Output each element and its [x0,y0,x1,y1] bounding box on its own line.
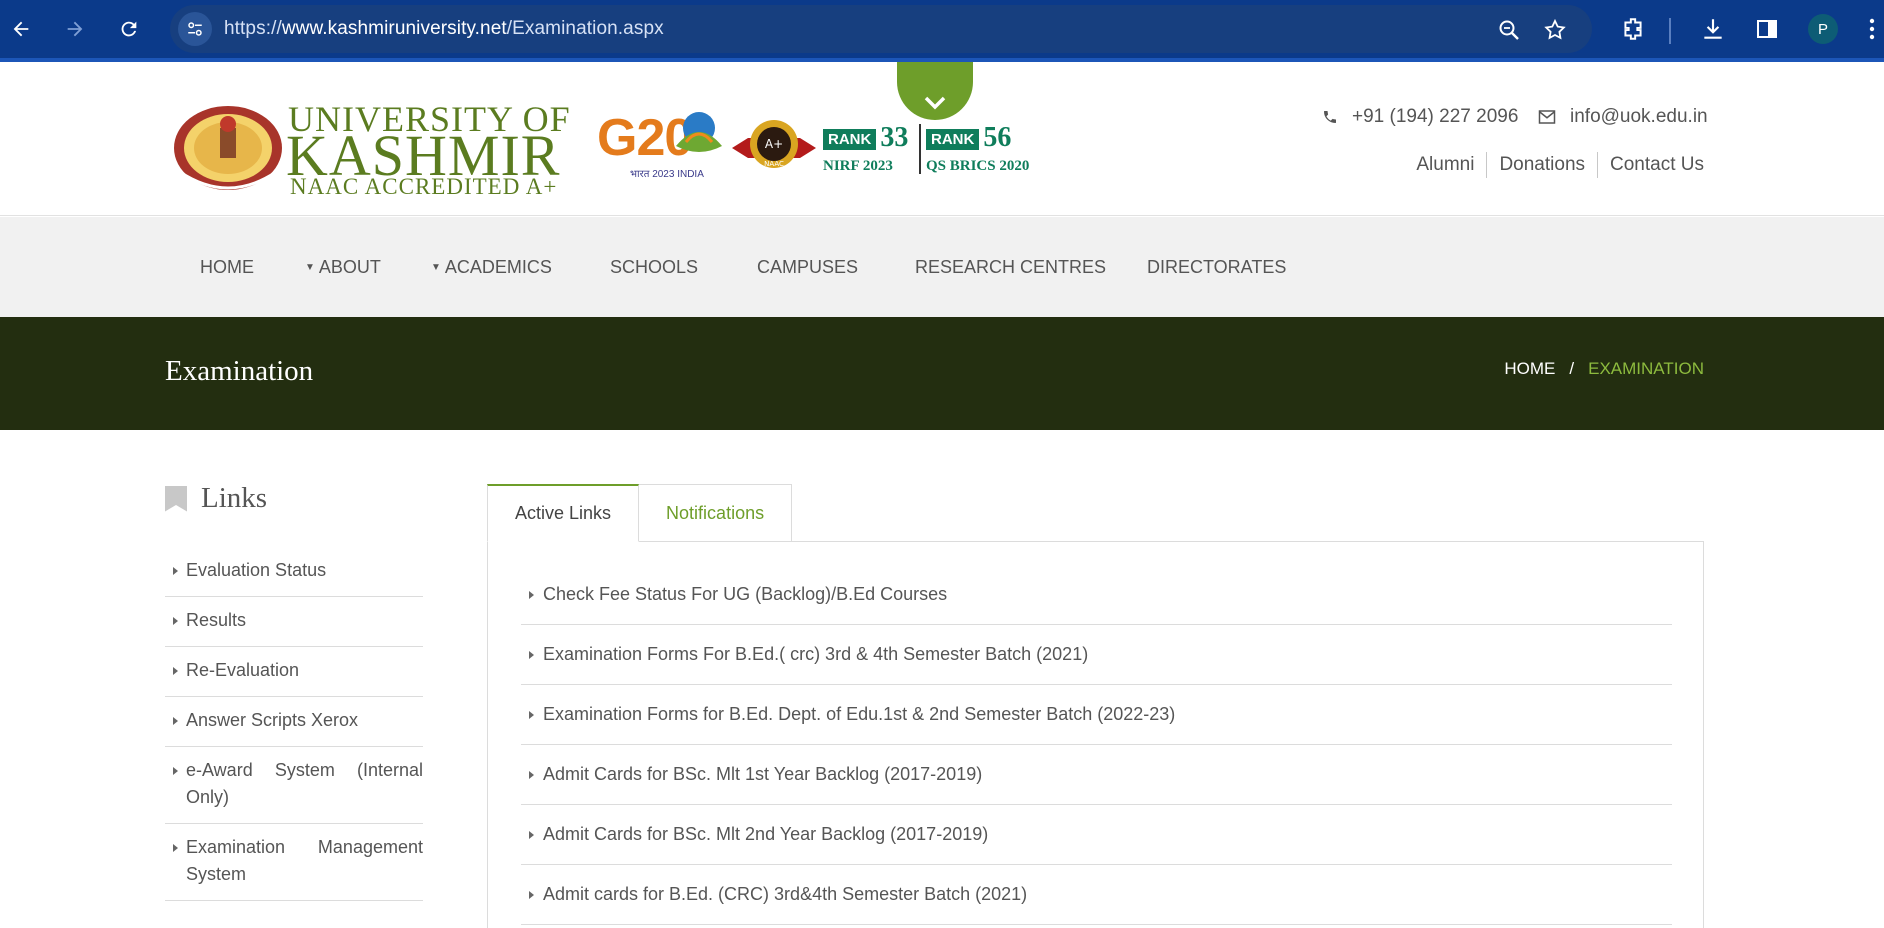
links-heading: Links [165,482,423,515]
site-header: UNIVERSITY OF KASHMIR NAAC ACCREDITED A+… [0,62,1884,216]
nav-directorates[interactable]: DIRECTORATES [1147,257,1286,278]
rank-divider [919,124,921,174]
nav-research-centres[interactable]: RESEARCH CENTRES [915,257,1106,278]
contact-us-link[interactable]: Contact Us [1597,152,1704,178]
address-bar[interactable]: https://www.kashmiruniversity.net/Examin… [170,5,1592,53]
sidebar-list: Evaluation Status Results Re-Evaluation … [165,547,423,901]
download-icon[interactable] [1698,14,1728,44]
nav-directorates-label: DIRECTORATES [1147,257,1287,277]
breadcrumb-home[interactable]: HOME [1504,359,1555,379]
sidebar-item-re-evaluation[interactable]: Re-Evaluation [165,647,423,697]
rank-qs: RANK 56 QS BRICS 2020 [926,122,1029,175]
nav-schools-label: SCHOOLS [610,257,699,277]
bookmark-star-icon[interactable] [1542,17,1568,43]
tab-content-panel: Check Fee Status For UG (Backlog)/B.Ed C… [487,541,1704,928]
forward-button[interactable] [58,12,92,46]
arrow-left-icon [13,21,29,37]
university-seal-icon [174,106,282,190]
toolbar-divider [1669,18,1671,44]
breadcrumb-separator: / [1569,359,1575,378]
links-title: Links [201,482,268,514]
breadcrumb-current: EXAMINATION [1588,359,1704,378]
nav-academics[interactable]: ▼ ACADEMICS [431,257,552,278]
page-title: Examination [165,355,314,387]
list-item[interactable]: Check Fee Status For UG (Backlog)/B.Ed C… [521,565,1672,625]
nav-research-centres-label: RESEARCH CENTRES [915,257,1107,277]
donations-link[interactable]: Donations [1486,152,1597,178]
bookmark-icon [165,485,187,512]
top-links: Alumni Donations Contact Us [1404,152,1704,178]
list-item[interactable]: Examination Forms For B.Ed.( crc) 3rd & … [521,625,1672,685]
nav-about-label: ABOUT [318,257,381,277]
envelope-icon [1538,110,1556,124]
phone-contact[interactable]: +91 (194) 227 2096 [1322,106,1518,128]
university-logo[interactable]: UNIVERSITY OF KASHMIR NAAC ACCREDITED A+ [170,94,570,204]
zoom-icon[interactable] [1496,17,1522,43]
url-domain: www.kashmiruniversity.net [281,18,507,39]
profile-avatar[interactable]: P [1808,14,1838,44]
email-text: info@uok.edu.in [1570,106,1708,127]
sidebar-item-results[interactable]: Results [165,597,423,647]
back-button[interactable] [4,12,38,46]
url-path: /Examination.aspx [506,18,664,39]
extensions-icon[interactable] [1618,14,1648,44]
caret-down-icon: ▼ [431,262,441,273]
nav-academics-label: ACADEMICS [444,257,552,277]
sidebar-item-answer-scripts-xerox[interactable]: Answer Scripts Xerox [165,697,423,747]
sidebar-item-evaluation-status[interactable]: Evaluation Status [165,547,423,597]
phone-text: +91 (194) 227 2096 [1352,106,1519,127]
rank-qs-number: 56 [983,122,1012,153]
content-tabs: Active Links Notifications [487,484,793,542]
nav-home-label: HOME [200,257,254,277]
side-panel-icon[interactable] [1752,14,1782,44]
list-item[interactable]: Admit cards for B.Ed. (CRC) 3rd&4th Seme… [521,865,1672,925]
list-item[interactable]: Examination Forms for B.Ed. Dept. of Edu… [521,685,1672,745]
site-info-icon[interactable] [178,12,212,46]
links-sidebar: Links Evaluation Status Results Re-Evalu… [165,482,423,901]
svg-text:A+: A+ [765,137,783,151]
browser-toolbar: https://www.kashmiruniversity.net/Examin… [0,0,1884,62]
rank-qs-badge: RANK [926,129,980,150]
reload-button[interactable] [112,12,146,46]
tab-notifications[interactable]: Notifications [639,484,793,542]
profile-initial: P [1817,20,1828,38]
tab-active-links[interactable]: Active Links [487,484,640,542]
rank-nirf: RANK 33 NIRF 2023 [823,122,908,175]
naac-badge-icon: A+ NAAC [732,120,816,168]
chevron-down-icon [924,96,946,110]
rank-nirf-number: 33 [880,122,909,153]
rank-qs-label: QS BRICS 2020 [926,158,1030,174]
rank-nirf-badge: RANK [823,129,877,150]
g20-lotus-icon [676,112,722,152]
logo-line-3: NAAC ACCREDITED A+ [290,174,558,199]
nav-about[interactable]: ▼ ABOUT [305,257,381,278]
arrow-right-icon [67,21,83,37]
main-navigation: HOME ▼ ABOUT ▼ ACADEMICS SCHOOLS CAMPUSES … [0,217,1884,317]
header-toggle-button[interactable] [897,62,973,120]
list-item[interactable]: Admit Cards for BSc. Mlt 1st Year Backlo… [521,745,1672,805]
page-title-bar: Examination HOME / EXAMINATION [0,317,1884,430]
active-links-list: Check Fee Status For UG (Backlog)/B.Ed C… [521,565,1672,925]
email-contact[interactable]: info@uok.edu.in [1538,106,1708,128]
breadcrumb: HOME / EXAMINATION [1504,359,1704,379]
g20-subtext: भारत 2023 INDIA [630,169,704,180]
alumni-link[interactable]: Alumni [1404,152,1486,178]
phone-icon [1324,111,1336,123]
more-menu-icon[interactable] [1864,14,1880,44]
nav-schools[interactable]: SCHOOLS [610,257,698,278]
nav-campuses-label: CAMPUSES [757,257,859,277]
svg-text:NAAC: NAAC [764,160,784,168]
url-text[interactable]: https://www.kashmiruniversity.net/Examin… [224,18,664,40]
sidebar-item-e-award-system[interactable]: e-Award System (Internal Only) [165,747,423,824]
rank-nirf-label: NIRF 2023 [823,158,893,174]
url-scheme: https:// [224,18,282,39]
list-item[interactable]: Admit Cards for BSc. Mlt 2nd Year Backlo… [521,805,1672,865]
nav-campuses[interactable]: CAMPUSES [757,257,858,278]
sidebar-item-examination-management-system[interactable]: Examination Management System [165,824,423,901]
caret-down-icon: ▼ [305,262,315,273]
nav-home[interactable]: HOME [200,257,254,278]
reload-icon [121,21,137,37]
